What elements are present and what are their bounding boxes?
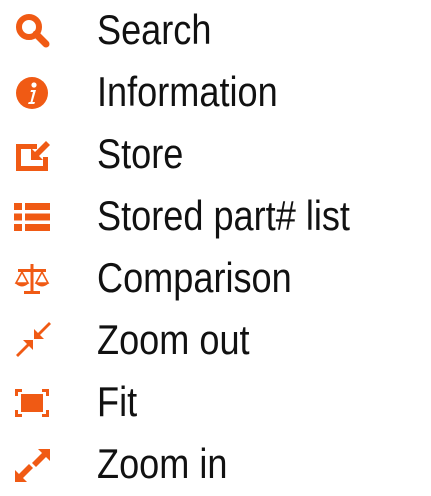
zoom-in-icon	[12, 445, 52, 485]
legend-label: Store	[97, 130, 184, 177]
legend-item-zoom-out: Zoom out	[0, 313, 431, 369]
icon-legend: Search Information Store Stored part# li…	[0, 0, 431, 496]
legend-item-store: Store	[0, 127, 431, 183]
list-icon	[12, 197, 52, 237]
store-icon	[12, 135, 52, 175]
legend-label: Information	[97, 68, 278, 115]
legend-label: Zoom in	[97, 440, 228, 487]
legend-label: Comparison	[97, 254, 292, 301]
search-icon	[12, 11, 52, 51]
legend-item-stored-list: Stored part# list	[0, 189, 431, 245]
legend-label: Stored part# list	[97, 192, 350, 239]
fit-icon	[12, 383, 52, 423]
legend-item-search: Search	[0, 3, 431, 59]
zoom-out-icon	[12, 321, 52, 361]
legend-item-comparison: Comparison	[0, 251, 431, 307]
info-icon	[12, 73, 52, 113]
legend-item-information: Information	[0, 65, 431, 121]
legend-label: Fit	[97, 378, 138, 425]
legend-label: Zoom out	[97, 316, 250, 363]
legend-item-fit: Fit	[0, 375, 431, 431]
legend-item-zoom-in: Zoom in	[0, 437, 431, 493]
scale-icon	[12, 259, 52, 299]
legend-label: Search	[97, 6, 212, 53]
